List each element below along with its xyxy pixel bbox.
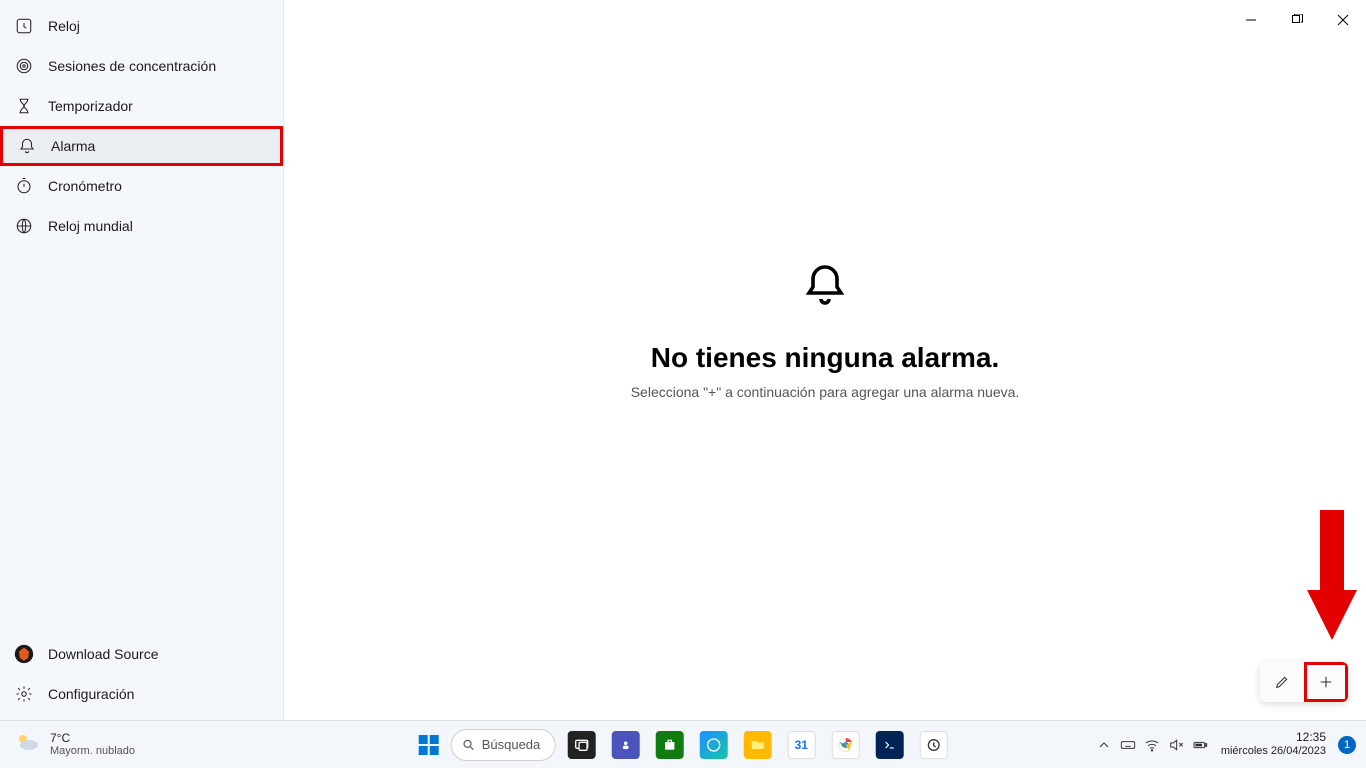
- taskbar-app-yclock[interactable]: [919, 731, 947, 759]
- add-alarm-button[interactable]: [1304, 662, 1348, 702]
- taskbar-app-teams[interactable]: [611, 731, 639, 759]
- sidebar-item-focus[interactable]: Sesiones de concentración: [0, 46, 283, 86]
- sidebar-item-label: Cronómetro: [48, 178, 122, 194]
- sidebar-item-label: Sesiones de concentración: [48, 58, 216, 74]
- weather-desc: Mayorm. nublado: [50, 745, 135, 757]
- empty-state-subtext: Selecciona "+" a continuación para agreg…: [631, 384, 1020, 400]
- sidebar-item-label: Download Source: [48, 646, 159, 662]
- bell-icon: [17, 136, 37, 156]
- taskbar-app-chrome[interactable]: [831, 731, 859, 759]
- stopwatch-icon: [14, 176, 34, 196]
- sidebar-item-timer[interactable]: Temporizador: [0, 86, 283, 126]
- tray-overflow-icon[interactable]: [1095, 736, 1113, 754]
- window-controls: [1228, 0, 1366, 40]
- search-label: Búsqueda: [482, 737, 541, 752]
- clock-time: 12:35: [1221, 731, 1326, 745]
- main-content: No tienes ninguna alarma. Selecciona "+"…: [284, 0, 1366, 720]
- minimize-button[interactable]: [1228, 0, 1274, 40]
- volume-muted-icon[interactable]: [1167, 736, 1185, 754]
- taskbar-app-store[interactable]: [655, 731, 683, 759]
- fab-group: [1260, 662, 1348, 702]
- gear-icon: [14, 684, 34, 704]
- taskbar-app-taskview[interactable]: [567, 731, 595, 759]
- alarm-empty-state: No tienes ninguna alarma. Selecciona "+"…: [631, 261, 1020, 400]
- taskbar-center: Búsqueda 31: [415, 721, 952, 768]
- close-button[interactable]: [1320, 0, 1366, 40]
- taskbar-search[interactable]: Búsqueda: [451, 729, 556, 761]
- battery-icon[interactable]: [1191, 736, 1209, 754]
- bell-large-icon: [801, 261, 849, 314]
- keyboard-icon[interactable]: [1119, 736, 1137, 754]
- taskbar-app-terminal[interactable]: [875, 731, 903, 759]
- wifi-icon[interactable]: [1143, 736, 1161, 754]
- hourglass-icon: [14, 96, 34, 116]
- app-title: Reloj: [48, 18, 80, 34]
- notification-badge[interactable]: 1: [1338, 736, 1356, 754]
- sidebar-item-settings[interactable]: Configuración: [0, 674, 283, 714]
- maximize-button[interactable]: [1274, 0, 1320, 40]
- app-title-row: Reloj: [0, 6, 283, 46]
- clock-date: miércoles 26/04/2023: [1221, 745, 1326, 758]
- sidebar-item-label: Configuración: [48, 686, 134, 702]
- clock-app-window: Reloj Sesiones de concentración Temporiz…: [0, 0, 1366, 720]
- target-icon: [14, 56, 34, 76]
- sidebar-item-label: Temporizador: [48, 98, 133, 114]
- taskbar-app-explorer[interactable]: [743, 731, 771, 759]
- weather-temp: 7°C: [50, 732, 135, 745]
- annotation-arrow: [1307, 510, 1357, 650]
- taskbar-app-edge[interactable]: [699, 731, 727, 759]
- weather-text: 7°C Mayorm. nublado: [50, 732, 135, 757]
- edit-alarm-button[interactable]: [1260, 662, 1304, 702]
- sidebar-item-worldclock[interactable]: Reloj mundial: [0, 206, 283, 246]
- sidebar-item-download-source[interactable]: Download Source: [0, 634, 283, 674]
- sidebar-item-alarm[interactable]: Alarma: [0, 126, 283, 166]
- taskbar-clock[interactable]: 12:35 miércoles 26/04/2023: [1215, 731, 1332, 757]
- system-tray: 12:35 miércoles 26/04/2023 1: [1095, 721, 1356, 768]
- sidebar-item-label: Alarma: [51, 138, 95, 154]
- globe-icon: [14, 216, 34, 236]
- sidebar-item-stopwatch[interactable]: Cronómetro: [0, 166, 283, 206]
- start-button[interactable]: [415, 731, 443, 759]
- sidebar: Reloj Sesiones de concentración Temporiz…: [0, 0, 284, 720]
- taskbar-app-calendar[interactable]: 31: [787, 731, 815, 759]
- sidebar-item-label: Reloj mundial: [48, 218, 133, 234]
- download-source-icon: [14, 644, 34, 664]
- weather-icon: [14, 729, 40, 760]
- clock-app-icon: [14, 16, 34, 36]
- taskbar-weather[interactable]: 7°C Mayorm. nublado: [0, 721, 135, 768]
- empty-state-heading: No tienes ninguna alarma.: [651, 342, 1000, 374]
- windows-taskbar: 7°C Mayorm. nublado Búsqueda: [0, 720, 1366, 768]
